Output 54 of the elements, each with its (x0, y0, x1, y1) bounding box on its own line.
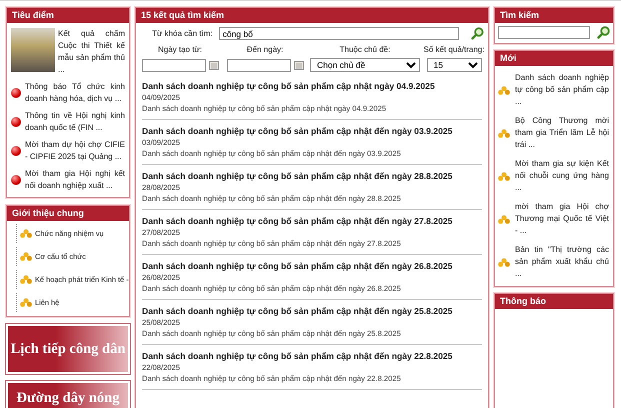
result-title[interactable]: Danh sách doanh nghiệp tự công bố sản phẩm cập nhật đến ngày 25.8.2025 (142, 305, 452, 317)
bullet-dots-icon (20, 229, 32, 238)
bullet-icon (11, 175, 21, 185)
bullet-icon (11, 117, 21, 127)
calendar-icon[interactable] (208, 60, 218, 70)
search-icon[interactable] (597, 26, 610, 39)
photo-placeholder (11, 28, 55, 72)
bullet-dots-icon (498, 128, 510, 138)
news-link[interactable]: Danh sách doanh nghiệp tự công bố sản phẩm cập ... (515, 72, 609, 108)
panel-header: Tìm kiếm (495, 8, 613, 23)
panel-header: Thông báo (495, 294, 613, 309)
result-title[interactable]: Danh sách doanh nghiệp tự công bố sản phẩm cập nhật đến ngày 26.8.2025 (142, 260, 452, 272)
bullet-dots-icon (498, 214, 510, 224)
search-icon[interactable] (471, 27, 484, 40)
news-link[interactable]: Mời tham gia Hội nghị kết nối doanh nghiệp xuất ... (25, 168, 125, 192)
news-link[interactable]: mời tham gia Hội chợ Thương mại Quốc tế Việt - ... (515, 201, 609, 237)
bullet-dots-icon (498, 86, 510, 94)
news-link[interactable]: Bản tin "Thị trường các sản phẩm xuất khẩu chủ ... (515, 244, 609, 280)
panel-header: Giới thiệu chung (7, 206, 129, 221)
news-link[interactable]: Mời tham dự hội chợ CIFIE - CIPFIE 2025 tại Quảng ... (25, 139, 125, 163)
bullet-dots-icon (20, 298, 32, 307)
dropdown[interactable]: 15 (426, 58, 482, 72)
result-title[interactable]: Danh sách doanh nghiệp tự công bố sản phẩm cập nhật đến ngày 27.8.2025 (142, 215, 452, 227)
date-field[interactable] (226, 58, 290, 72)
panel-header: 15 kết quả tìm kiếm (136, 8, 488, 23)
result-title[interactable]: Danh sách doanh nghiệp tự công bố sản phẩm cập nhật đến ngày 28.8.2025 (142, 170, 452, 182)
field-label: Thuộc chủ đề: (338, 44, 392, 55)
bullet-dots-icon (20, 275, 32, 284)
keyword-field[interactable]: công bố (218, 27, 460, 40)
news-link[interactable]: Mời tham gia sự kiện Kết nối chuỗi cung ứng hàng ... (515, 158, 609, 194)
banner-link[interactable]: Lịch tiếp công dân (6, 324, 130, 374)
bullet-dots-icon (20, 252, 32, 261)
field-label: Số kết quả/trang: (422, 44, 486, 55)
search-field[interactable] (498, 26, 590, 39)
field-label: Đến ngày: (246, 44, 284, 55)
news-link[interactable]: Thông tin về Hội nghị kinh doanh quốc tế (FIN ... (25, 110, 125, 134)
field-label: Ngày tạo từ: (156, 44, 204, 55)
panel-header: Tiêu điểm (7, 8, 129, 23)
bullet-dots-icon (498, 258, 510, 266)
news-link[interactable]: Kết quả chấm Cuộc thi Thiết kế mẫu sản phẩm thủ ... (58, 28, 125, 76)
dropdown[interactable]: Chọn chủ đề (310, 58, 420, 72)
bullet-dots-icon (498, 172, 510, 180)
date-field[interactable] (142, 58, 206, 72)
news-link[interactable]: Thông báo Tổ chức kinh doanh hàng hóa, dịch vụ ... (25, 81, 125, 105)
field-label: Từ khóa cần tìm: (151, 28, 213, 39)
news-link[interactable]: Bộ Công Thương mời tham gia Triển lãm Lễ hội trái ... (515, 115, 609, 151)
panel-header: Mới (495, 51, 613, 66)
bullet-icon (11, 146, 21, 156)
bullet-icon (11, 88, 21, 98)
result-title[interactable]: Danh sách doanh nghiệp tự công bố sản phẩm cập nhật ngày 04.9.2025 (142, 80, 435, 92)
banner-link[interactable]: Đường dây nóng (6, 381, 130, 408)
result-title[interactable]: Danh sách doanh nghiệp tự công bố sản phẩm cập nhật đến ngày 22.8.2025 (142, 350, 452, 362)
result-title[interactable]: Danh sách doanh nghiệp tự công bố sản phẩm cập nhật đến ngày 03.9.2025 (142, 125, 452, 137)
calendar-icon[interactable] (294, 60, 304, 70)
